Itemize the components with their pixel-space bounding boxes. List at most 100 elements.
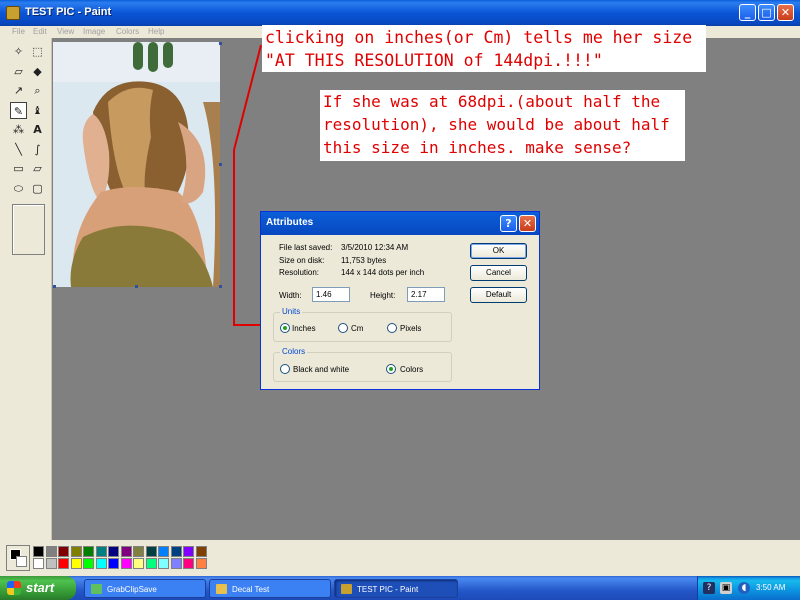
pick-color-tool[interactable]: ↗ bbox=[10, 82, 27, 99]
resolution-label: Resolution: bbox=[279, 268, 320, 277]
palette-color-swatch[interactable] bbox=[145, 558, 157, 569]
start-button[interactable]: start bbox=[0, 576, 76, 600]
tool-options-box[interactable] bbox=[12, 204, 45, 255]
line-tool[interactable]: ╲ bbox=[10, 141, 27, 158]
palette-color-swatch[interactable] bbox=[45, 558, 57, 569]
canvas-image[interactable] bbox=[53, 42, 220, 287]
units-inches-label[interactable]: Inches bbox=[292, 324, 316, 333]
palette-color-swatch[interactable] bbox=[195, 558, 207, 569]
colors-group: Colors Black and white Colors bbox=[273, 347, 452, 382]
colors-radio[interactable] bbox=[386, 364, 396, 374]
curve-tool[interactable]: ∫ bbox=[29, 141, 46, 158]
palette-color-swatch[interactable] bbox=[183, 546, 194, 557]
airbrush-tool[interactable]: ⁂ bbox=[10, 121, 27, 138]
colors-radio-label[interactable]: Colors bbox=[400, 365, 423, 374]
maximize-button[interactable]: □ bbox=[758, 4, 775, 21]
width-field[interactable]: 1.46 bbox=[312, 287, 350, 302]
text-icon: A bbox=[33, 123, 42, 136]
fill-tool[interactable]: ◆ bbox=[29, 63, 46, 80]
resize-handle[interactable] bbox=[219, 285, 222, 288]
brush-tool[interactable]: ♝ bbox=[29, 102, 46, 119]
dialog-titlebar[interactable]: Attributes ? ✕ bbox=[261, 212, 539, 235]
size-on-disk-label: Size on disk: bbox=[279, 256, 325, 265]
units-pixels-radio[interactable] bbox=[387, 323, 397, 333]
palette-color-swatch[interactable] bbox=[133, 558, 144, 569]
menu-view[interactable]: View bbox=[57, 26, 74, 38]
airbrush-icon: ⁂ bbox=[13, 123, 24, 136]
palette-color-swatch[interactable] bbox=[70, 558, 82, 569]
menu-file[interactable]: File bbox=[12, 26, 25, 38]
palette-color-swatch[interactable] bbox=[83, 558, 94, 569]
task-decal-test[interactable]: Decal Test bbox=[209, 579, 331, 598]
magnifier-tool[interactable]: ⌕ bbox=[29, 82, 46, 99]
palette-color-swatch[interactable] bbox=[108, 546, 119, 557]
task-label: Decal Test bbox=[232, 585, 270, 594]
eraser-tool[interactable]: ▱ bbox=[10, 63, 27, 80]
resize-handle[interactable] bbox=[135, 285, 138, 288]
help-icon[interactable]: ? bbox=[703, 582, 715, 594]
palette-color-swatch[interactable] bbox=[95, 546, 107, 557]
resolution-value: 144 x 144 dots per inch bbox=[341, 268, 425, 277]
palette-color-swatch[interactable] bbox=[145, 546, 157, 557]
palette-color-swatch[interactable] bbox=[108, 558, 119, 569]
palette-color-swatch[interactable] bbox=[83, 546, 94, 557]
rectangle-tool[interactable]: ▭ bbox=[10, 160, 27, 177]
current-colors[interactable] bbox=[6, 545, 30, 571]
palette-color-swatch[interactable] bbox=[95, 558, 107, 569]
speaker-icon[interactable]: ◖ bbox=[738, 582, 750, 594]
resize-handle[interactable] bbox=[219, 163, 222, 166]
minimize-button[interactable]: _ bbox=[739, 4, 756, 21]
rounded-rectangle-tool[interactable]: ▢ bbox=[29, 180, 46, 197]
palette-color-swatch[interactable] bbox=[170, 558, 182, 569]
menu-colors[interactable]: Colors bbox=[116, 26, 139, 38]
ellipse-tool[interactable]: ⬭ bbox=[10, 180, 27, 197]
units-cm-radio[interactable] bbox=[338, 323, 348, 333]
select-tool[interactable]: ⬚ bbox=[29, 43, 46, 60]
palette-color-swatch[interactable] bbox=[158, 558, 169, 569]
annotation-line: resolution), she would be about half bbox=[323, 115, 670, 134]
pencil-tool[interactable]: ✎ bbox=[10, 102, 27, 119]
palette-color-swatch[interactable] bbox=[58, 558, 69, 569]
task-test-pic-paint[interactable]: TEST PIC - Paint bbox=[334, 579, 458, 598]
ellipse-icon: ⬭ bbox=[13, 182, 24, 195]
free-form-select-tool[interactable]: ✧ bbox=[10, 43, 27, 60]
palette-color-swatch[interactable] bbox=[170, 546, 182, 557]
palette-color-swatch[interactable] bbox=[45, 546, 57, 557]
palette-color-swatch[interactable] bbox=[133, 546, 144, 557]
rounded-rectangle-icon: ▢ bbox=[32, 182, 43, 195]
units-inches-radio[interactable] bbox=[280, 323, 290, 333]
menu-edit[interactable]: Edit bbox=[33, 26, 47, 38]
default-button[interactable]: Default bbox=[470, 287, 527, 303]
ok-button[interactable]: OK bbox=[470, 243, 527, 259]
polygon-tool[interactable]: ▱ bbox=[29, 160, 46, 177]
close-button[interactable]: ✕ bbox=[777, 4, 794, 21]
black-and-white-label[interactable]: Black and white bbox=[293, 365, 349, 374]
palette-color-swatch[interactable] bbox=[33, 546, 44, 557]
help-button[interactable]: ? bbox=[500, 215, 517, 232]
palette-color-swatch[interactable] bbox=[120, 558, 132, 569]
palette-color-swatch[interactable] bbox=[195, 546, 207, 557]
resize-handle[interactable] bbox=[219, 42, 222, 45]
network-icon[interactable]: ▣ bbox=[720, 582, 732, 594]
text-tool[interactable]: A bbox=[29, 121, 46, 138]
paint-app-icon bbox=[6, 6, 20, 20]
palette-color-swatch[interactable] bbox=[58, 546, 69, 557]
task-grabclipsave[interactable]: GrabClipSave bbox=[84, 579, 206, 598]
palette-color-swatch[interactable] bbox=[183, 558, 194, 569]
resize-handle[interactable] bbox=[53, 285, 56, 288]
black-and-white-radio[interactable] bbox=[280, 364, 290, 374]
file-last-saved-value: 3/5/2010 12:34 AM bbox=[341, 243, 409, 252]
palette-color-swatch[interactable] bbox=[158, 546, 169, 557]
palette-color-swatch[interactable] bbox=[120, 546, 132, 557]
cancel-button[interactable]: Cancel bbox=[470, 265, 527, 281]
window-titlebar[interactable]: TEST PIC - Paint _ □ ✕ bbox=[0, 0, 800, 26]
palette-color-swatch[interactable] bbox=[33, 558, 44, 569]
line-icon: ╲ bbox=[15, 143, 22, 156]
menu-help[interactable]: Help bbox=[148, 26, 164, 38]
units-pixels-label[interactable]: Pixels bbox=[400, 324, 421, 333]
menu-image[interactable]: Image bbox=[83, 26, 105, 38]
dialog-close-button[interactable]: ✕ bbox=[519, 215, 536, 232]
units-cm-label[interactable]: Cm bbox=[351, 324, 363, 333]
height-field[interactable]: 2.17 bbox=[407, 287, 445, 302]
palette-color-swatch[interactable] bbox=[70, 546, 82, 557]
